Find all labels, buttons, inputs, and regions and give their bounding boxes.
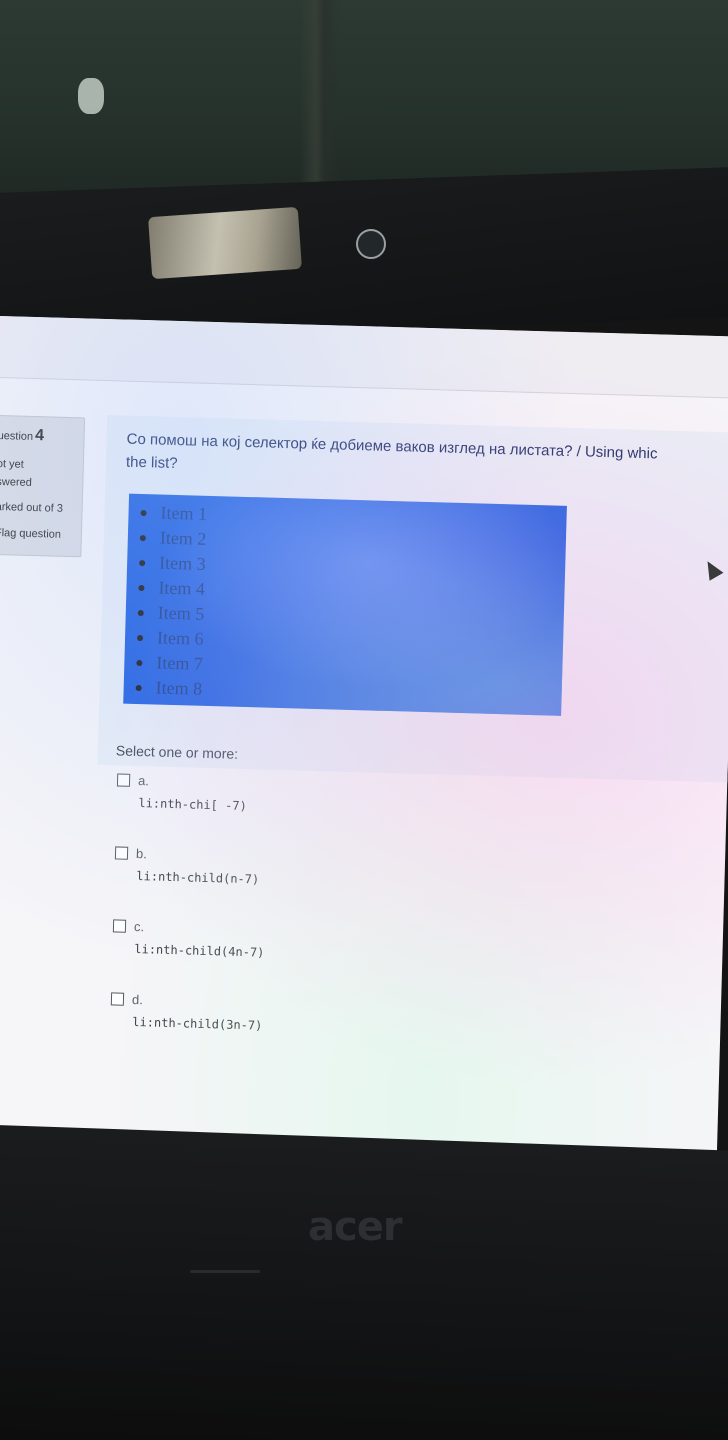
question-info-panel: uestion 4 ot yet swered arked out of 3 Fl… bbox=[0, 414, 86, 558]
question-state: ot yet swered bbox=[0, 457, 32, 489]
bezel-hinge bbox=[190, 1270, 260, 1273]
option-letter: b. bbox=[135, 845, 148, 861]
webcam-icon bbox=[356, 229, 386, 259]
list-preview: Item 1 Item 2 Item 3 Item 4 Item 5 Item … bbox=[123, 493, 567, 716]
option-code: li:nth-child(3n-7) bbox=[132, 1014, 263, 1033]
question-marks: arked out of 3 bbox=[0, 501, 64, 516]
laptop-bezel-bottom bbox=[0, 1124, 728, 1440]
option-checkbox[interactable] bbox=[110, 991, 125, 1006]
bezel-sticker bbox=[148, 206, 302, 280]
select-instruction: Select one or more: bbox=[115, 742, 239, 762]
option-checkbox[interactable] bbox=[112, 918, 127, 933]
bullet-icon bbox=[140, 510, 147, 517]
bullet-icon bbox=[135, 684, 142, 692]
option-letter: d. bbox=[131, 991, 144, 1007]
bullet-icon bbox=[137, 609, 144, 617]
question-number: uestion 4 bbox=[0, 427, 45, 445]
wall-spot bbox=[78, 78, 104, 114]
answer-option-d[interactable]: d. li:nth-child(3n-7) bbox=[110, 988, 411, 1052]
option-code: li:nth-chi[ -7) bbox=[138, 796, 247, 814]
answer-option-b[interactable]: b. li:nth-child(n-7) bbox=[114, 842, 415, 906]
option-letter: a. bbox=[137, 772, 150, 788]
laptop-screen: uestion 4 ot yet swered arked out of 3 Fl… bbox=[0, 316, 728, 1197]
bullet-icon bbox=[136, 634, 144, 642]
bullet-icon bbox=[138, 584, 145, 592]
page-header-strip bbox=[0, 316, 728, 399]
option-code: li:nth-child(4n-7) bbox=[134, 942, 265, 960]
answer-option-a[interactable]: a. li:nth-chi[ -7) bbox=[116, 769, 417, 833]
flag-question-link[interactable]: Flag question bbox=[0, 527, 81, 541]
wall-mark bbox=[300, 0, 340, 200]
option-checkbox[interactable] bbox=[116, 772, 131, 787]
brand-logo: acer bbox=[308, 1204, 403, 1250]
option-letter: c. bbox=[133, 918, 145, 934]
option-checkbox[interactable] bbox=[114, 845, 129, 860]
bullet-icon bbox=[136, 659, 143, 667]
bullet-icon bbox=[139, 559, 146, 567]
option-code: li:nth-child(n-7) bbox=[136, 869, 260, 887]
bullet-icon bbox=[139, 534, 146, 542]
question-content: Со помош на кој селектор ќе добиеме вако… bbox=[97, 415, 728, 783]
answer-option-c[interactable]: c. li:nth-child(4n-7) bbox=[112, 915, 413, 979]
